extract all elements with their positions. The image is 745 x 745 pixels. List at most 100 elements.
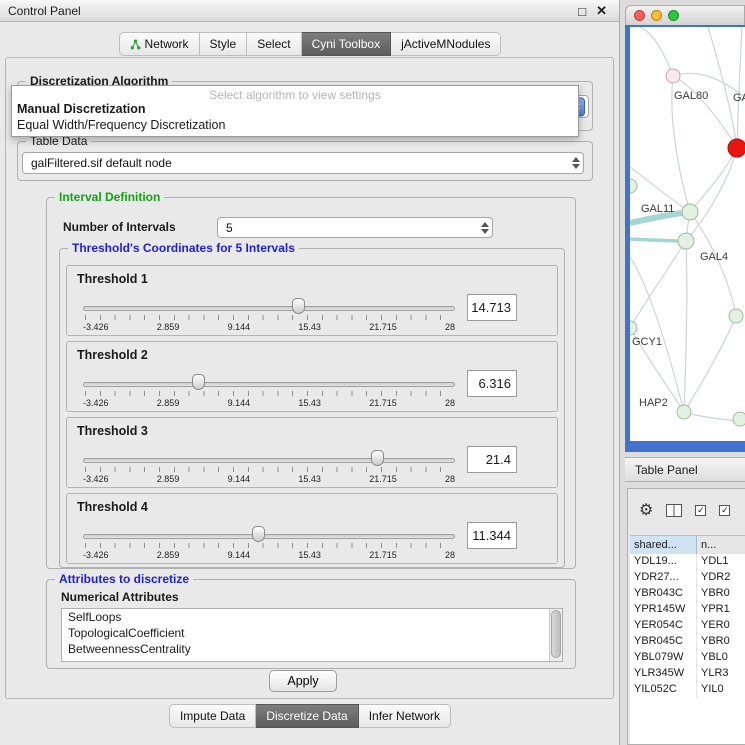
gear-icon[interactable]: ⚙ xyxy=(639,500,653,520)
checkbox-icon[interactable]: ✓ xyxy=(695,505,706,516)
list-scrollbar[interactable] xyxy=(549,609,562,661)
threshold-2-value-field[interactable]: 6.316 xyxy=(467,370,517,397)
network-edges xyxy=(630,27,745,422)
network-window-titlebar[interactable] xyxy=(625,5,745,25)
tab-style[interactable]: Style xyxy=(200,32,248,56)
network-nodes xyxy=(630,69,745,426)
minimize-traffic-light-icon[interactable] xyxy=(651,10,662,21)
scale-label: 9.144 xyxy=(228,474,251,484)
combo-value: 5 xyxy=(226,218,492,238)
tab-label: Impute Data xyxy=(180,709,245,723)
combo-stepper-icon xyxy=(572,157,580,169)
table-panel-titlebar: Table Panel xyxy=(625,457,745,482)
close-traffic-light-icon[interactable] xyxy=(634,10,645,21)
dropdown-option-manual[interactable]: Manual Discretization xyxy=(12,101,578,117)
dropdown-hint: Select algorithm to view settings xyxy=(12,86,578,101)
scale-label: 21.715 xyxy=(369,474,397,484)
algorithm-dropdown-list: Select algorithm to view settings Manual… xyxy=(11,85,579,137)
cell-name: YIL0 xyxy=(697,682,745,698)
network-node[interactable] xyxy=(733,412,745,426)
slider-track xyxy=(83,458,455,463)
cell-shared-name: YDL19... xyxy=(630,554,697,570)
group-title: Threshold's Coordinates for 5 Intervals xyxy=(68,241,299,255)
slider-thumb[interactable] xyxy=(292,298,305,314)
float-window-icon[interactable]: □ xyxy=(578,4,586,19)
table-row[interactable]: YLR345W YLR3 xyxy=(630,666,745,682)
tab-impute-data[interactable]: Impute Data xyxy=(169,704,256,728)
threshold-3-panel: Threshold 3 -3.426 2.859 9.144 15.43 21.… xyxy=(66,417,558,488)
scale-label: 21.715 xyxy=(369,398,397,408)
list-item[interactable]: BetweennessCentrality xyxy=(62,641,562,657)
threshold-label: Threshold 3 xyxy=(77,424,148,438)
threshold-1-slider[interactable]: -3.426 2.859 9.144 15.43 21.715 28 xyxy=(83,298,455,334)
apply-button[interactable]: Apply xyxy=(269,670,337,692)
network-node[interactable] xyxy=(666,69,680,83)
threshold-3-value-field[interactable]: 21.4 xyxy=(467,446,517,473)
list-item[interactable]: SelfLoops xyxy=(62,609,562,625)
slider-thumb[interactable] xyxy=(192,374,205,390)
table-row[interactable]: YBL079W YBL0 xyxy=(630,650,745,666)
threshold-label: Threshold 4 xyxy=(77,500,148,514)
table-data-combobox[interactable]: galFiltered.sif default node xyxy=(22,152,584,174)
threshold-4-value-field[interactable]: 11.344 xyxy=(467,522,517,549)
cell-shared-name: YBR045C xyxy=(630,634,697,650)
dropdown-option-equal-width[interactable]: Equal Width/Frequency Discretization xyxy=(12,117,578,133)
slider-scale: -3.426 2.859 9.144 15.43 21.715 28 xyxy=(83,398,455,408)
table-row[interactable]: YDR27... YDR2 xyxy=(630,570,745,586)
combo-value: galFiltered.sif default node xyxy=(31,153,583,173)
table-row[interactable]: YPR145W YPR1 xyxy=(630,602,745,618)
slider-scale: -3.426 2.859 9.144 15.43 21.715 28 xyxy=(83,550,455,560)
node-label: HAP2 xyxy=(639,397,668,409)
cell-name: YDR2 xyxy=(697,570,745,586)
table-row[interactable]: YDL19... YDL1 xyxy=(630,554,745,570)
tab-infer-network[interactable]: Infer Network xyxy=(359,704,451,728)
node-label: GAL4 xyxy=(700,251,728,263)
column-header-name[interactable]: n... xyxy=(697,536,745,554)
threshold-3-slider[interactable]: -3.426 2.859 9.144 15.43 21.715 28 xyxy=(83,450,455,486)
table-panel-toolbar: ⚙ ✓ ✓ xyxy=(628,489,745,531)
cell-name: YBR0 xyxy=(697,586,745,602)
number-of-intervals-combobox[interactable]: 5 xyxy=(217,217,493,238)
network-view-window: GAL80 GA GAL11 GAL4 GCY1 HAP2 xyxy=(625,5,745,452)
network-canvas[interactable]: GAL80 GA GAL11 GAL4 GCY1 HAP2 xyxy=(630,27,745,441)
network-node[interactable] xyxy=(677,405,691,419)
threshold-4-slider[interactable]: -3.426 2.859 9.144 15.43 21.715 28 xyxy=(83,526,455,562)
attributes-to-discretize-group: Attributes to discretize Numerical Attri… xyxy=(46,579,576,669)
cell-name: YER0 xyxy=(697,618,745,634)
tab-select[interactable]: Select xyxy=(247,32,301,56)
column-header-shared-name[interactable]: shared... xyxy=(630,536,697,554)
tab-network[interactable]: Network xyxy=(119,32,200,56)
cell-name: YBR0 xyxy=(697,634,745,650)
network-node[interactable] xyxy=(630,321,637,335)
zoom-traffic-light-icon[interactable] xyxy=(668,10,679,21)
scrollbar-thumb[interactable] xyxy=(551,610,561,658)
window-title: Control Panel xyxy=(8,0,81,22)
network-node[interactable] xyxy=(729,309,743,323)
columns-icon[interactable] xyxy=(666,504,682,517)
slider-scale: -3.426 2.859 9.144 15.43 21.715 28 xyxy=(83,474,455,484)
tab-discretize-data[interactable]: Discretize Data xyxy=(256,704,358,728)
tab-jactivemnodules[interactable]: jActiveMNodules xyxy=(391,32,501,56)
slider-thumb[interactable] xyxy=(252,526,265,542)
threshold-1-value-field[interactable]: 14.713 xyxy=(467,294,517,321)
network-node[interactable] xyxy=(630,179,637,193)
table-row[interactable]: YER054C YER0 xyxy=(630,618,745,634)
list-item[interactable]: TopologicalCoefficient xyxy=(62,625,562,641)
threshold-2-slider[interactable]: -3.426 2.859 9.144 15.43 21.715 28 xyxy=(83,374,455,410)
network-node[interactable] xyxy=(678,233,694,249)
slider-thumb[interactable] xyxy=(371,450,384,466)
thresholds-coordinates-group: Threshold's Coordinates for 5 Intervals … xyxy=(59,248,565,568)
cell-name: YPR1 xyxy=(697,602,745,618)
close-icon[interactable]: ✕ xyxy=(596,3,607,19)
slider-ticks xyxy=(85,467,453,472)
network-node[interactable] xyxy=(682,204,698,220)
scale-label: 2.859 xyxy=(157,474,180,484)
tab-cyni-toolbox[interactable]: Cyni Toolbox xyxy=(302,32,391,56)
table-row[interactable]: YBR043C YBR0 xyxy=(630,586,745,602)
checkbox-icon[interactable]: ✓ xyxy=(719,505,730,516)
selected-network-node[interactable] xyxy=(728,139,745,157)
table-row[interactable]: YIL052C YIL0 xyxy=(630,682,745,698)
cell-name: YLR3 xyxy=(697,666,745,682)
node-table: shared... n... YDL19... YDL1 YDR27... YD… xyxy=(630,535,745,744)
table-row[interactable]: YBR045C YBR0 xyxy=(630,634,745,650)
